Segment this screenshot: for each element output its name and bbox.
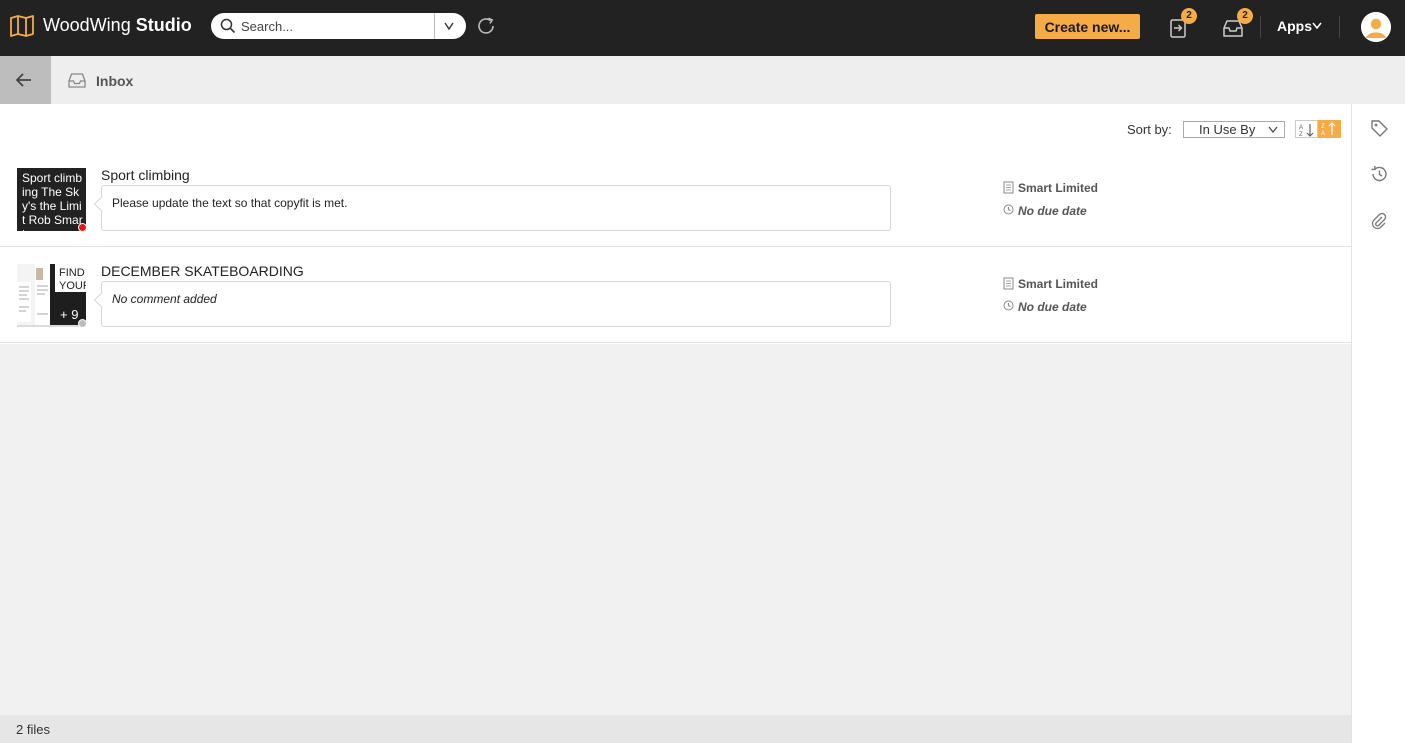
sort-descending-button[interactable]: Z A — [1318, 120, 1341, 138]
chevron-down-icon[interactable] — [1312, 22, 1322, 30]
thumbnail-text: FIND — [59, 267, 85, 279]
due-date-text: No due date — [1018, 300, 1087, 314]
comment-text: Please update the text so that copyfit i… — [112, 196, 348, 210]
comment-bubble: Please update the text so that copyfit i… — [101, 185, 891, 231]
sort-ascending-button[interactable]: A Z — [1295, 120, 1318, 138]
refresh-icon[interactable] — [475, 15, 497, 37]
search-input[interactable] — [241, 16, 439, 36]
item-title[interactable]: Sport climbing — [101, 167, 190, 183]
more-pages-count: + 9 — [60, 307, 79, 322]
svg-text:A: A — [1299, 125, 1303, 131]
status-info: Smart Limited — [1003, 277, 1098, 293]
top-bar: WoodWing Studio Create new... 2 2 Apps — [0, 0, 1405, 56]
page-title: Inbox — [96, 73, 134, 89]
tasks-badge: 2 — [1181, 8, 1197, 24]
svg-text:Z: Z — [1321, 124, 1325, 130]
sort-za-icon: Z A — [1321, 122, 1336, 137]
user-avatar[interactable] — [1361, 12, 1391, 42]
sort-label: Sort by: — [1127, 122, 1172, 137]
thumbnail-text: YOUR — [59, 280, 86, 292]
file-count: 2 files — [16, 722, 50, 737]
status-text: Smart Limited — [1018, 277, 1099, 291]
file-thumbnail[interactable]: FIND YOUR + 9 — [17, 264, 86, 327]
svg-text:A: A — [1321, 131, 1325, 137]
status-text: Smart Limited — [1018, 181, 1099, 195]
paperclip-icon[interactable] — [1369, 211, 1389, 231]
chevron-down-icon — [1268, 126, 1278, 133]
user-icon — [1361, 12, 1391, 42]
breadcrumb-bar: Inbox — [0, 56, 1405, 104]
sort-selected-value: In Use By — [1199, 122, 1256, 137]
status-dot — [78, 223, 87, 232]
due-date-info: No due date — [1003, 204, 1087, 218]
inbox-badge: 2 — [1237, 8, 1253, 24]
app-brand[interactable]: WoodWing Studio — [43, 15, 192, 36]
document-icon — [1003, 277, 1014, 290]
history-icon[interactable] — [1369, 164, 1389, 184]
document-icon — [1003, 181, 1014, 194]
apps-menu[interactable]: Apps — [1277, 18, 1312, 34]
thumbnail-text: Sport climbing The Sky's the Limit Rob S… — [22, 171, 83, 231]
file-thumbnail[interactable]: Sport climbing The Sky's the Limit Rob S… — [17, 168, 86, 231]
sort-select[interactable]: In Use By — [1183, 121, 1285, 138]
sort-az-icon: A Z — [1299, 124, 1314, 138]
tag-icon[interactable] — [1369, 118, 1389, 138]
status-dot — [78, 319, 87, 328]
right-sidebar — [1351, 104, 1405, 743]
svg-text:Z: Z — [1299, 132, 1303, 138]
inbox-icon — [68, 73, 86, 88]
comment-text: No comment added — [112, 292, 217, 306]
header-divider — [1339, 16, 1340, 38]
inbox-list: Sort by: In Use By A Z Z A Sport climbin… — [0, 104, 1351, 344]
due-date-info: No due date — [1003, 300, 1087, 314]
item-title[interactable]: DECEMBER SKATEBOARDING — [101, 263, 304, 279]
back-button[interactable] — [0, 56, 51, 104]
chevron-down-icon[interactable] — [442, 21, 456, 31]
due-date-text: No due date — [1018, 204, 1087, 218]
create-new-button[interactable]: Create new... — [1035, 14, 1140, 39]
clock-icon — [1003, 300, 1014, 311]
list-item[interactable]: Sport climbing The Sky's the Limit Rob S… — [0, 151, 1351, 247]
search-icon — [220, 18, 236, 34]
header-divider — [1260, 16, 1261, 38]
status-info: Smart Limited — [1003, 181, 1098, 197]
list-item[interactable]: FIND YOUR + 9 DECEMBER SKATEBOARDING No … — [0, 247, 1351, 343]
map-logo-icon[interactable] — [10, 15, 34, 37]
arrow-left-icon — [15, 73, 31, 87]
clock-icon — [1003, 204, 1014, 215]
comment-bubble: No comment added — [101, 281, 891, 327]
search-divider — [434, 13, 435, 39]
status-footer: 2 files — [0, 715, 1351, 743]
search-box — [211, 13, 466, 39]
